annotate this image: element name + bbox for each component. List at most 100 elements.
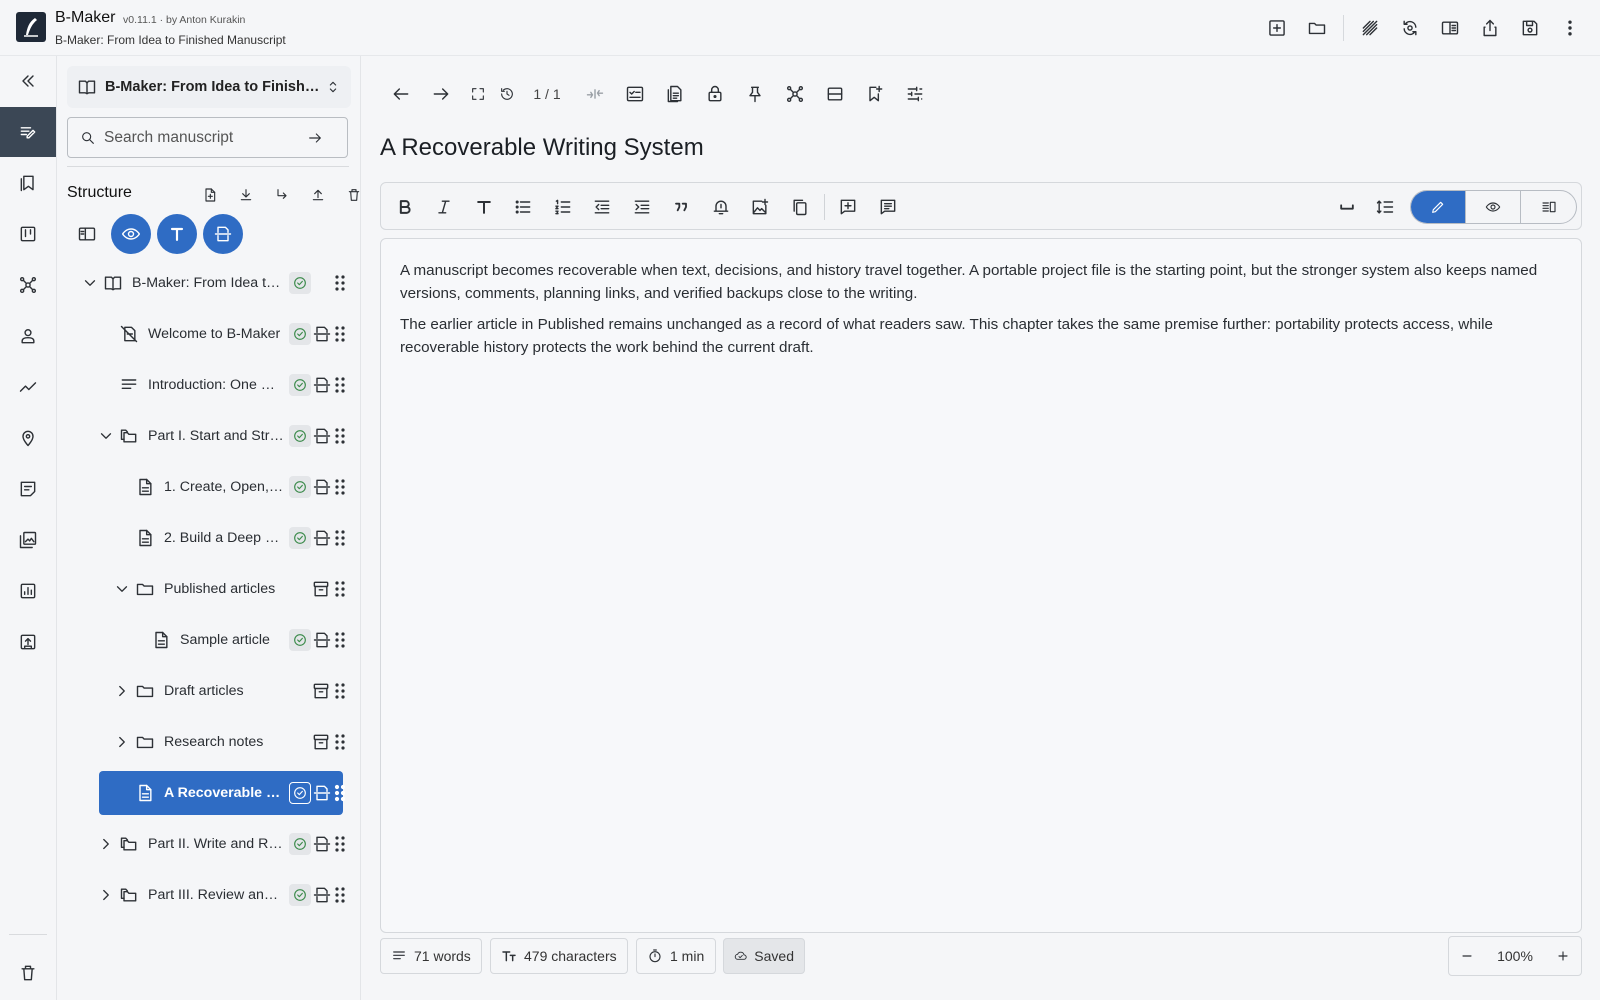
bullet-list-button[interactable] [504,189,544,225]
rail-notes-button[interactable] [0,464,56,514]
sync-doc-icon[interactable] [312,783,332,803]
pin-button[interactable] [735,76,775,112]
drag-handle-icon[interactable] [333,732,347,752]
move-button[interactable] [267,182,297,208]
drag-handle-icon[interactable] [333,528,347,548]
links-graph-button[interactable] [775,76,815,112]
add-document-button[interactable] [195,182,225,208]
tree-item[interactable]: Sample article [57,618,361,662]
drag-handle-icon[interactable] [333,324,347,344]
split-view-button[interactable] [1434,12,1466,44]
chevron-down-icon[interactable] [113,580,131,598]
document-title[interactable]: A Recoverable Writing System [380,134,704,162]
drag-handle-icon[interactable] [333,426,347,446]
open-folder-button[interactable] [1301,12,1333,44]
save-status-chip[interactable]: Saved [723,938,805,974]
settings-button[interactable] [895,76,935,112]
tree-item[interactable]: B-Maker: From Idea to Finished Manuscrip… [57,261,361,305]
status-toggle[interactable] [289,629,311,651]
checklist-button[interactable] [615,76,655,112]
quote-button[interactable] [662,189,702,225]
chevron-right-icon[interactable] [97,835,115,853]
rail-graph-button[interactable] [0,260,56,310]
texture-button[interactable] [1354,12,1386,44]
book-selector[interactable]: B-Maker: From Idea to Finished Manuscrip… [67,66,351,108]
split-button[interactable] [815,76,855,112]
rail-trash-button[interactable] [0,948,56,998]
drag-handle-icon[interactable] [333,834,347,854]
callout-button[interactable] [701,189,741,225]
chevron-down-icon[interactable] [97,427,115,445]
search-input[interactable] [104,128,300,147]
drag-handle-icon[interactable] [333,579,347,599]
rail-stats-button[interactable] [0,566,56,616]
insert-image-button[interactable] [741,189,781,225]
save-button[interactable] [1514,12,1546,44]
indent-button[interactable] [622,189,662,225]
paragraph[interactable]: The earlier article in Published remains… [400,313,1562,359]
status-toggle[interactable] [289,425,311,447]
import-button[interactable] [231,182,261,208]
lock-button[interactable] [695,76,735,112]
history-button[interactable] [495,76,519,112]
add-bookmark-button[interactable] [855,76,895,112]
sync-doc-icon[interactable] [312,477,332,497]
rail-locations-button[interactable] [0,413,56,463]
edit-mode-button[interactable] [1411,191,1466,223]
sync-doc-icon[interactable] [312,834,332,854]
merge-button[interactable] [575,76,615,112]
chevron-right-icon[interactable] [113,682,131,700]
line-spacing-button[interactable] [1366,189,1404,225]
archive-icon[interactable] [311,681,331,701]
rail-characters-button[interactable] [0,311,56,361]
character-count-chip[interactable]: 479 characters [490,938,628,974]
tree-item[interactable]: Part III. Review and Export [57,873,361,917]
drag-handle-icon[interactable] [333,477,347,497]
collapse-panel-button[interactable] [0,56,56,106]
sync-doc-icon[interactable] [312,324,332,344]
drag-handle-icon[interactable] [333,630,347,650]
status-toggle[interactable] [289,272,311,294]
back-button[interactable] [381,76,421,112]
drag-handle-icon[interactable] [333,783,347,803]
new-document-button[interactable] [1261,12,1293,44]
toggle-sidebar-button[interactable] [69,214,105,254]
sync-doc-icon[interactable] [312,885,332,905]
italic-button[interactable] [425,189,465,225]
fullscreen-button[interactable] [461,76,495,112]
paragraph[interactable]: A manuscript becomes recoverable when te… [400,259,1562,305]
copy-button[interactable] [780,189,820,225]
tree-item[interactable]: Draft articles [57,669,361,713]
search-submit-button[interactable] [300,123,330,153]
word-count-chip[interactable]: 71 words [380,938,482,974]
tree-item[interactable]: A Recoverable Writing System [57,771,361,815]
show-text-toggle[interactable] [157,214,197,254]
upload-button[interactable] [303,182,333,208]
drag-handle-icon[interactable] [333,375,347,395]
sync-doc-icon[interactable] [312,630,332,650]
status-toggle[interactable] [289,323,311,345]
chevron-right-icon[interactable] [97,886,115,904]
drag-handle-icon[interactable] [333,681,347,701]
show-sync-toggle[interactable] [203,214,243,254]
archive-icon[interactable] [311,732,331,752]
status-toggle[interactable] [289,527,311,549]
outdent-button[interactable] [583,189,623,225]
rail-bookmarks-button[interactable] [0,158,56,208]
forward-button[interactable] [421,76,461,112]
zoom-out-button[interactable] [1455,944,1479,968]
rail-write-button[interactable] [0,107,56,157]
zoom-in-button[interactable] [1551,944,1575,968]
editor-content[interactable]: A manuscript becomes recoverable when te… [380,238,1582,933]
add-comment-button[interactable] [829,189,869,225]
tree-item[interactable]: 1. Create, Open, and Save [57,465,361,509]
chevron-right-icon[interactable] [113,733,131,751]
status-toggle[interactable] [289,782,311,804]
space-toggle-button[interactable] [1328,189,1366,225]
show-preview-toggle[interactable] [111,214,151,254]
more-menu-button[interactable] [1554,12,1586,44]
sync-doc-icon[interactable] [312,426,332,446]
comments-button[interactable] [868,189,908,225]
share-button[interactable] [1474,12,1506,44]
heading-button[interactable] [464,189,504,225]
